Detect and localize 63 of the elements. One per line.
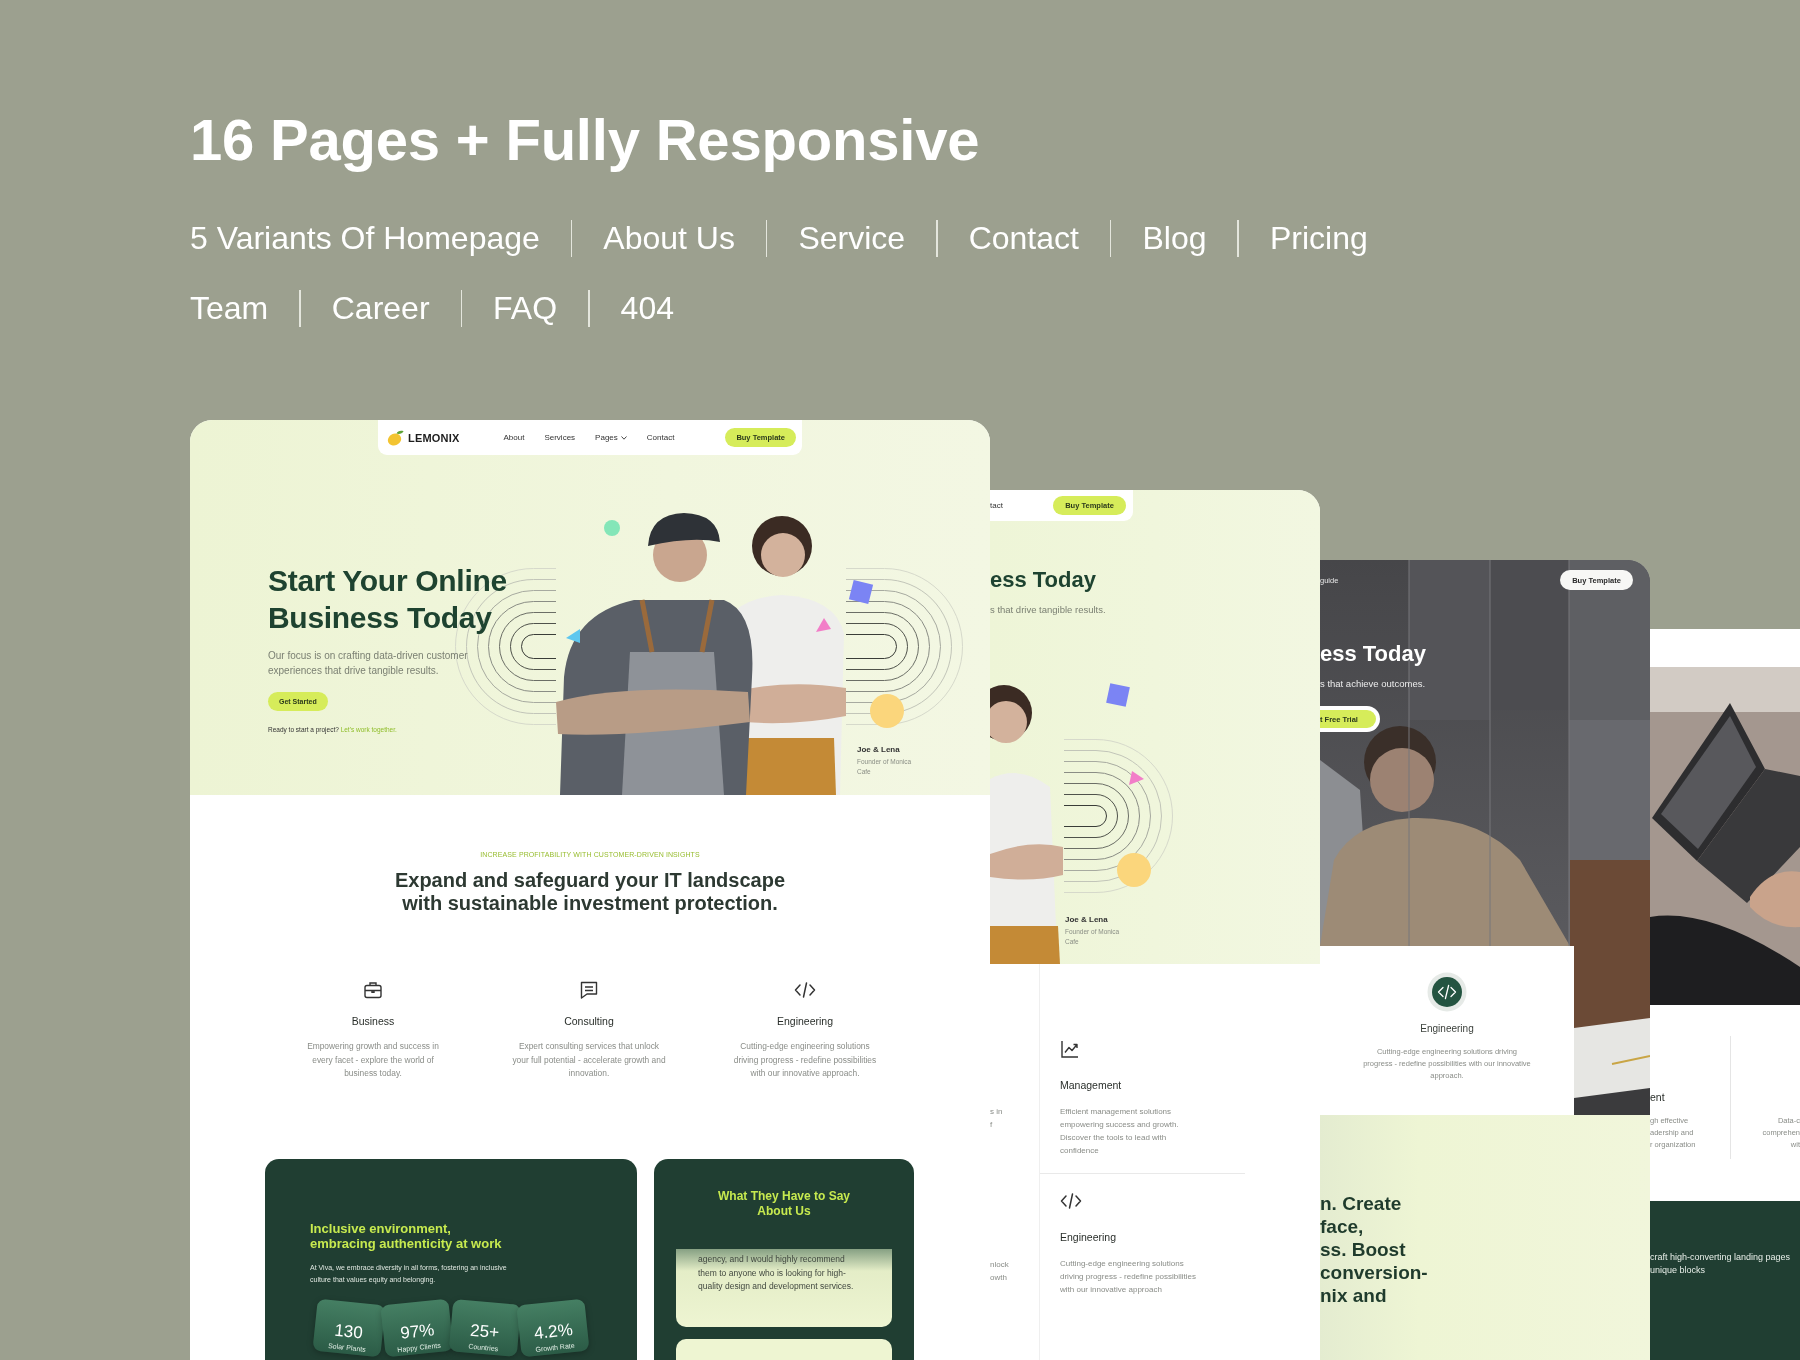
page-name: Career (331, 289, 430, 328)
hero-text: s that achieve outcomes. (1320, 676, 1427, 690)
hero-title: Start Your Online Business Today (268, 563, 508, 636)
service-text: Cutting-edge engineering solutions driving progress - redefine possibilities with our innovative approach. (732, 1040, 878, 1080)
caption-name: Joe & Lena (857, 744, 901, 756)
hero-title: ess Today (1320, 640, 1427, 668)
circle-shape (604, 520, 620, 536)
nav-link[interactable]: Services (544, 433, 576, 442)
service-text: Expert consulting services that unlock your full potential - accelerate growth and innovation. (512, 1040, 666, 1080)
hero-text: s that drive tangible results. (990, 602, 1107, 616)
logo-text: LEMONIX (408, 431, 460, 444)
page-name: Pricing (1269, 219, 1368, 258)
triangle-shape (1128, 770, 1144, 786)
page-name: FAQ (493, 289, 558, 328)
service-title: Engineering (776, 1014, 833, 1028)
caret-icon (620, 435, 627, 440)
code-icon (1060, 1191, 1082, 1211)
banner-text: craft high-converting landing pages unique blocks (1650, 1250, 1792, 1277)
page-heading: 16 Pages + Fully Responsive (190, 106, 981, 174)
service-text: Empowering growth and success in every facet - explore the world of business today. (306, 1040, 440, 1080)
chat-icon (579, 980, 599, 1000)
service-title: Engineering (1420, 1022, 1474, 1036)
service-title: Consulting (564, 1014, 614, 1028)
hero-text: Our focus is on crafting data-driven customer experiences that drive tangible results. (268, 649, 469, 678)
stat-value: 25+ (468, 1319, 501, 1344)
code-icon (1427, 972, 1467, 1012)
stat-value: 4.2% (532, 1319, 575, 1344)
testimonials-title: What They Have to Say About Us (716, 1188, 851, 1219)
service-title: Management (1060, 1078, 1123, 1092)
service-title: Business (351, 1014, 395, 1028)
caption-name: Joe & Lena (1065, 914, 1109, 926)
service-title: Engineering (1060, 1230, 1118, 1244)
page-name: Blog (1142, 219, 1207, 258)
cut-text: s in f (990, 1105, 1004, 1131)
stat-value: 130 (332, 1319, 365, 1343)
nav-link[interactable]: About (503, 433, 525, 442)
page-name: Contact (968, 219, 1079, 258)
cut-text: nlock owth (990, 1258, 1010, 1284)
triangle-shape (815, 617, 831, 633)
culture-title: Inclusive environment, embracing authenticity at work (310, 1220, 503, 1251)
banner-heading: n. Create face, ss. Boost conversion- nix and (1320, 1191, 1429, 1307)
triangle-shape (565, 628, 581, 644)
testimonial-text: agency, and I would highly recommend them to anyone who is looking for high-quality design and development services. (698, 1253, 855, 1293)
briefcase-icon (363, 980, 383, 1000)
page-name: Service (798, 219, 906, 258)
circle-shape (870, 694, 904, 728)
hero-title: ess Today (990, 566, 1097, 594)
service-text: Cutting-edge engineering solutions driving progress - redefine possibilities with our innovative approach (1060, 1257, 1198, 1296)
service-text: Efficient management solutions empowering success and growth. Discover the tools to lead with confidence (1060, 1105, 1180, 1157)
nav-link[interactable]: Contact (646, 433, 675, 442)
stat-value: 97% (398, 1319, 437, 1344)
nav-link[interactable]: Pages (595, 433, 627, 442)
nav-link[interactable]: tact (990, 501, 1003, 510)
code-icon (794, 980, 816, 1000)
chart-icon (1060, 1039, 1080, 1059)
page-name: 5 Variants Of Homepage (190, 219, 540, 258)
page-name: 404 (620, 289, 674, 328)
page-name: Team (190, 289, 269, 328)
section-title: Expand and safeguard your IT landscape with sustainable investment protection. (393, 869, 787, 915)
lemon-logo-icon (387, 429, 404, 446)
service-title: ent (1650, 1090, 1666, 1104)
circle-shape (1117, 853, 1151, 887)
page-name: About Us (603, 219, 735, 258)
